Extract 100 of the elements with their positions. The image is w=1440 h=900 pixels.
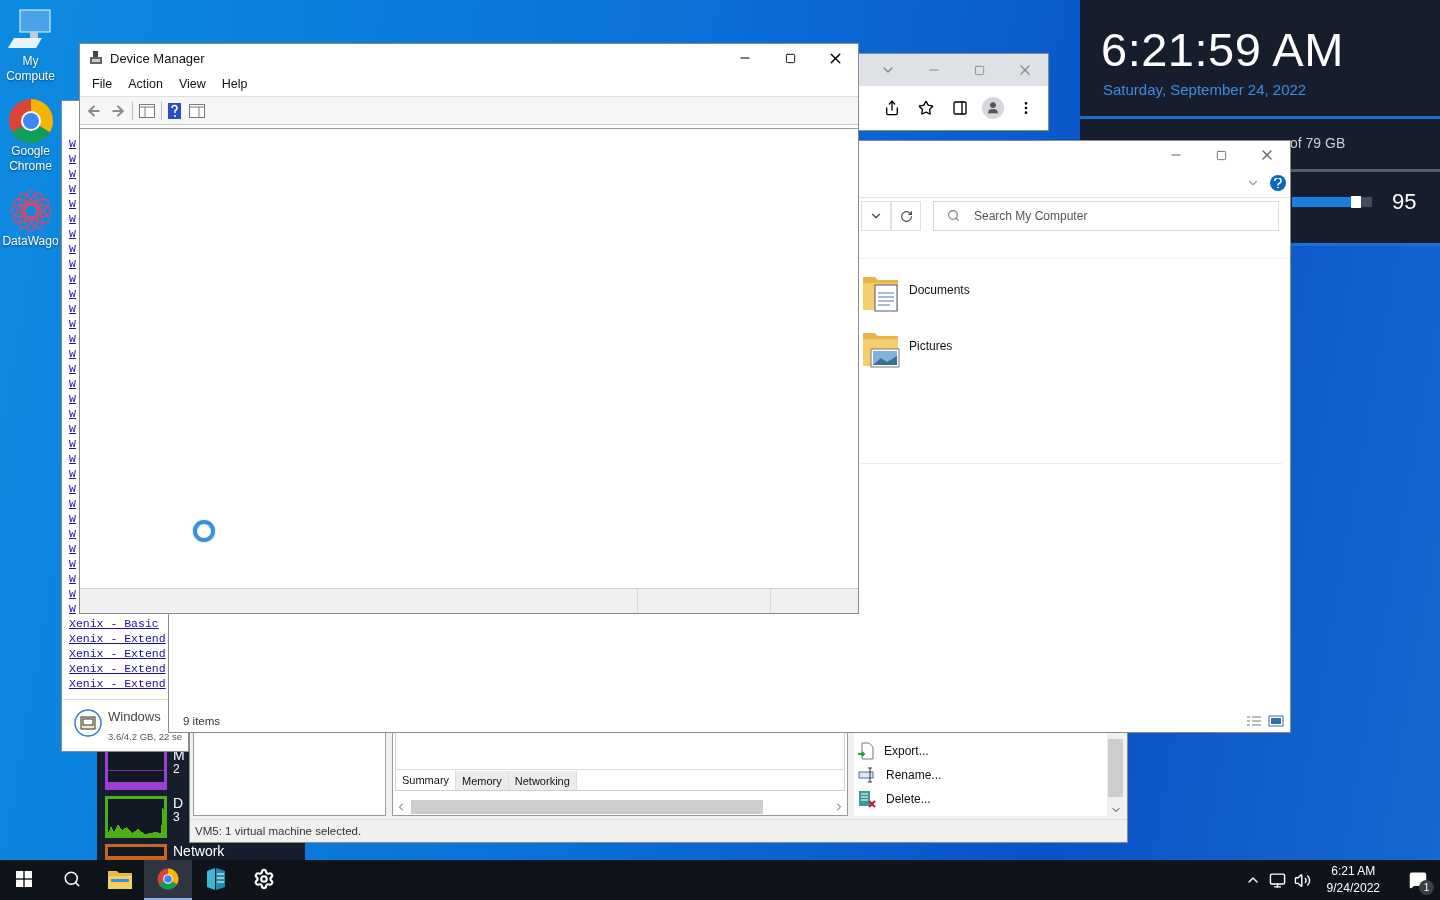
thumbnail-view-icon[interactable]	[1268, 715, 1284, 727]
icon-label[interactable]: My Compute	[1, 54, 60, 84]
page-link[interactable]: W	[69, 331, 76, 346]
page-link[interactable]: W	[69, 376, 76, 391]
menu-item[interactable]: File	[84, 77, 121, 91]
page-link[interactable]: Xenix - Basic	[69, 616, 159, 631]
menu-item[interactable]: Help	[213, 77, 256, 91]
folder-icon	[108, 869, 132, 889]
page-link[interactable]: W	[69, 151, 76, 166]
page-link[interactable]: Xenix - Extend	[69, 676, 166, 691]
tab[interactable]: Memory	[456, 771, 509, 790]
left-pane-icon[interactable]	[139, 103, 155, 118]
maximize-icon[interactable]	[785, 52, 796, 64]
tab[interactable]: Networking	[508, 771, 577, 790]
help-button[interactable]	[1270, 175, 1286, 191]
server-icon	[205, 867, 227, 891]
delete-icon	[858, 790, 876, 808]
page-link[interactable]: W	[69, 511, 76, 526]
profile-button[interactable]	[982, 97, 1004, 119]
chrome-icon	[7, 98, 54, 144]
share-icon[interactable]	[884, 100, 900, 116]
page-link[interactable]: W	[69, 556, 76, 571]
page-link[interactable]: Xenix - Extend	[69, 646, 166, 661]
clock-time: 6:21:59 AM	[1101, 22, 1345, 77]
download-title: Windows	[108, 709, 162, 724]
page-link[interactable]: W	[69, 406, 76, 421]
page-link[interactable]: W	[69, 181, 76, 196]
download-detail: 3.6/4.2 GB, 22 se	[108, 731, 182, 742]
icon-label[interactable]: Google Chrome	[1, 144, 60, 174]
notifications-button[interactable]: 1	[1396, 860, 1440, 900]
volume-reading: 95	[1392, 189, 1417, 215]
rename-icon	[858, 767, 876, 783]
menu-item[interactable]: Action	[120, 77, 171, 91]
storage-text: of 79 GB	[1290, 135, 1347, 151]
help-icon[interactable]	[168, 102, 181, 119]
page-link[interactable]: W	[69, 196, 76, 211]
command-link[interactable]: Export...	[854, 739, 1107, 763]
page-link[interactable]: W	[69, 361, 76, 376]
export-icon	[858, 742, 874, 760]
page-link[interactable]: W	[69, 391, 76, 406]
search-icon	[63, 870, 81, 888]
volume-slider[interactable]	[1292, 197, 1372, 207]
chrome-icon	[157, 868, 179, 890]
page-link[interactable]: W	[69, 136, 76, 151]
network-icon[interactable]	[1268, 871, 1286, 889]
person-icon	[986, 101, 1000, 115]
back-icon[interactable]	[86, 102, 102, 119]
page-link[interactable]: W	[69, 256, 76, 271]
forward-icon[interactable]	[110, 102, 126, 119]
folder-name[interactable]: Pictures	[909, 339, 953, 353]
page-link[interactable]: W	[69, 271, 76, 286]
item-count: 9 items	[183, 715, 221, 727]
page-link[interactable]: W	[69, 316, 76, 331]
page-link[interactable]: W	[69, 541, 76, 556]
page-link[interactable]: W	[69, 601, 76, 616]
taskbar-clock[interactable]: 6:21 AM 9/24/2022	[1318, 863, 1388, 897]
page-link[interactable]: W	[69, 226, 76, 241]
page-link[interactable]: W	[69, 436, 76, 451]
page-link[interactable]: W	[69, 346, 76, 361]
metric-value: 2	[173, 762, 180, 776]
disc-image-icon	[74, 709, 102, 737]
icon-label[interactable]: DataWago	[1, 234, 60, 249]
refresh-icon	[899, 209, 913, 223]
page-link[interactable]: W	[69, 481, 76, 496]
status-text: VM5: 1 virtual machine selected.	[195, 825, 362, 837]
refresh-button[interactable]	[891, 201, 921, 231]
menu-item[interactable]: View	[170, 77, 214, 91]
metric-name: D	[173, 796, 184, 810]
page-link[interactable]: Xenix - Extend	[69, 661, 166, 676]
settings-icon	[253, 868, 275, 890]
windows-logo	[16, 871, 32, 887]
page-link[interactable]: W	[69, 526, 76, 541]
notification-count: 1	[1419, 880, 1434, 895]
page-link[interactable]: W	[69, 496, 76, 511]
page-link[interactable]: W	[69, 301, 76, 316]
right-pane-icon[interactable]	[189, 103, 205, 118]
window-title: Device Manager	[110, 50, 206, 66]
page-link[interactable]: W	[69, 451, 76, 466]
page-link[interactable]: W	[69, 586, 76, 601]
device-icon	[88, 50, 104, 66]
clock-date: Saturday, September 24, 2022	[1103, 81, 1308, 98]
page-link[interactable]: W	[69, 421, 76, 436]
page-link[interactable]: W	[69, 286, 76, 301]
page-link[interactable]: W	[69, 166, 76, 181]
page-link[interactable]: W	[69, 241, 76, 256]
search-field[interactable]: Search My Computer	[933, 201, 1279, 231]
command-link[interactable]: Rename...	[854, 763, 1107, 787]
page-link[interactable]: W	[69, 466, 76, 481]
vertical-scrollbar[interactable]	[1107, 731, 1124, 816]
taskbar-app[interactable]	[144, 860, 192, 900]
page-link[interactable]: W	[69, 571, 76, 586]
volume-icon[interactable]	[1293, 871, 1311, 889]
question-mark-icon	[1274, 178, 1282, 188]
page-link[interactable]: W	[69, 211, 76, 226]
metric-name: Network	[173, 844, 225, 860]
star-icon[interactable]	[918, 100, 934, 116]
page-link[interactable]: Xenix - Extend	[69, 631, 166, 646]
side-panel-icon[interactable]	[952, 100, 968, 116]
folder-name[interactable]: Documents	[909, 283, 970, 297]
command-link[interactable]: Delete...	[854, 787, 1107, 811]
